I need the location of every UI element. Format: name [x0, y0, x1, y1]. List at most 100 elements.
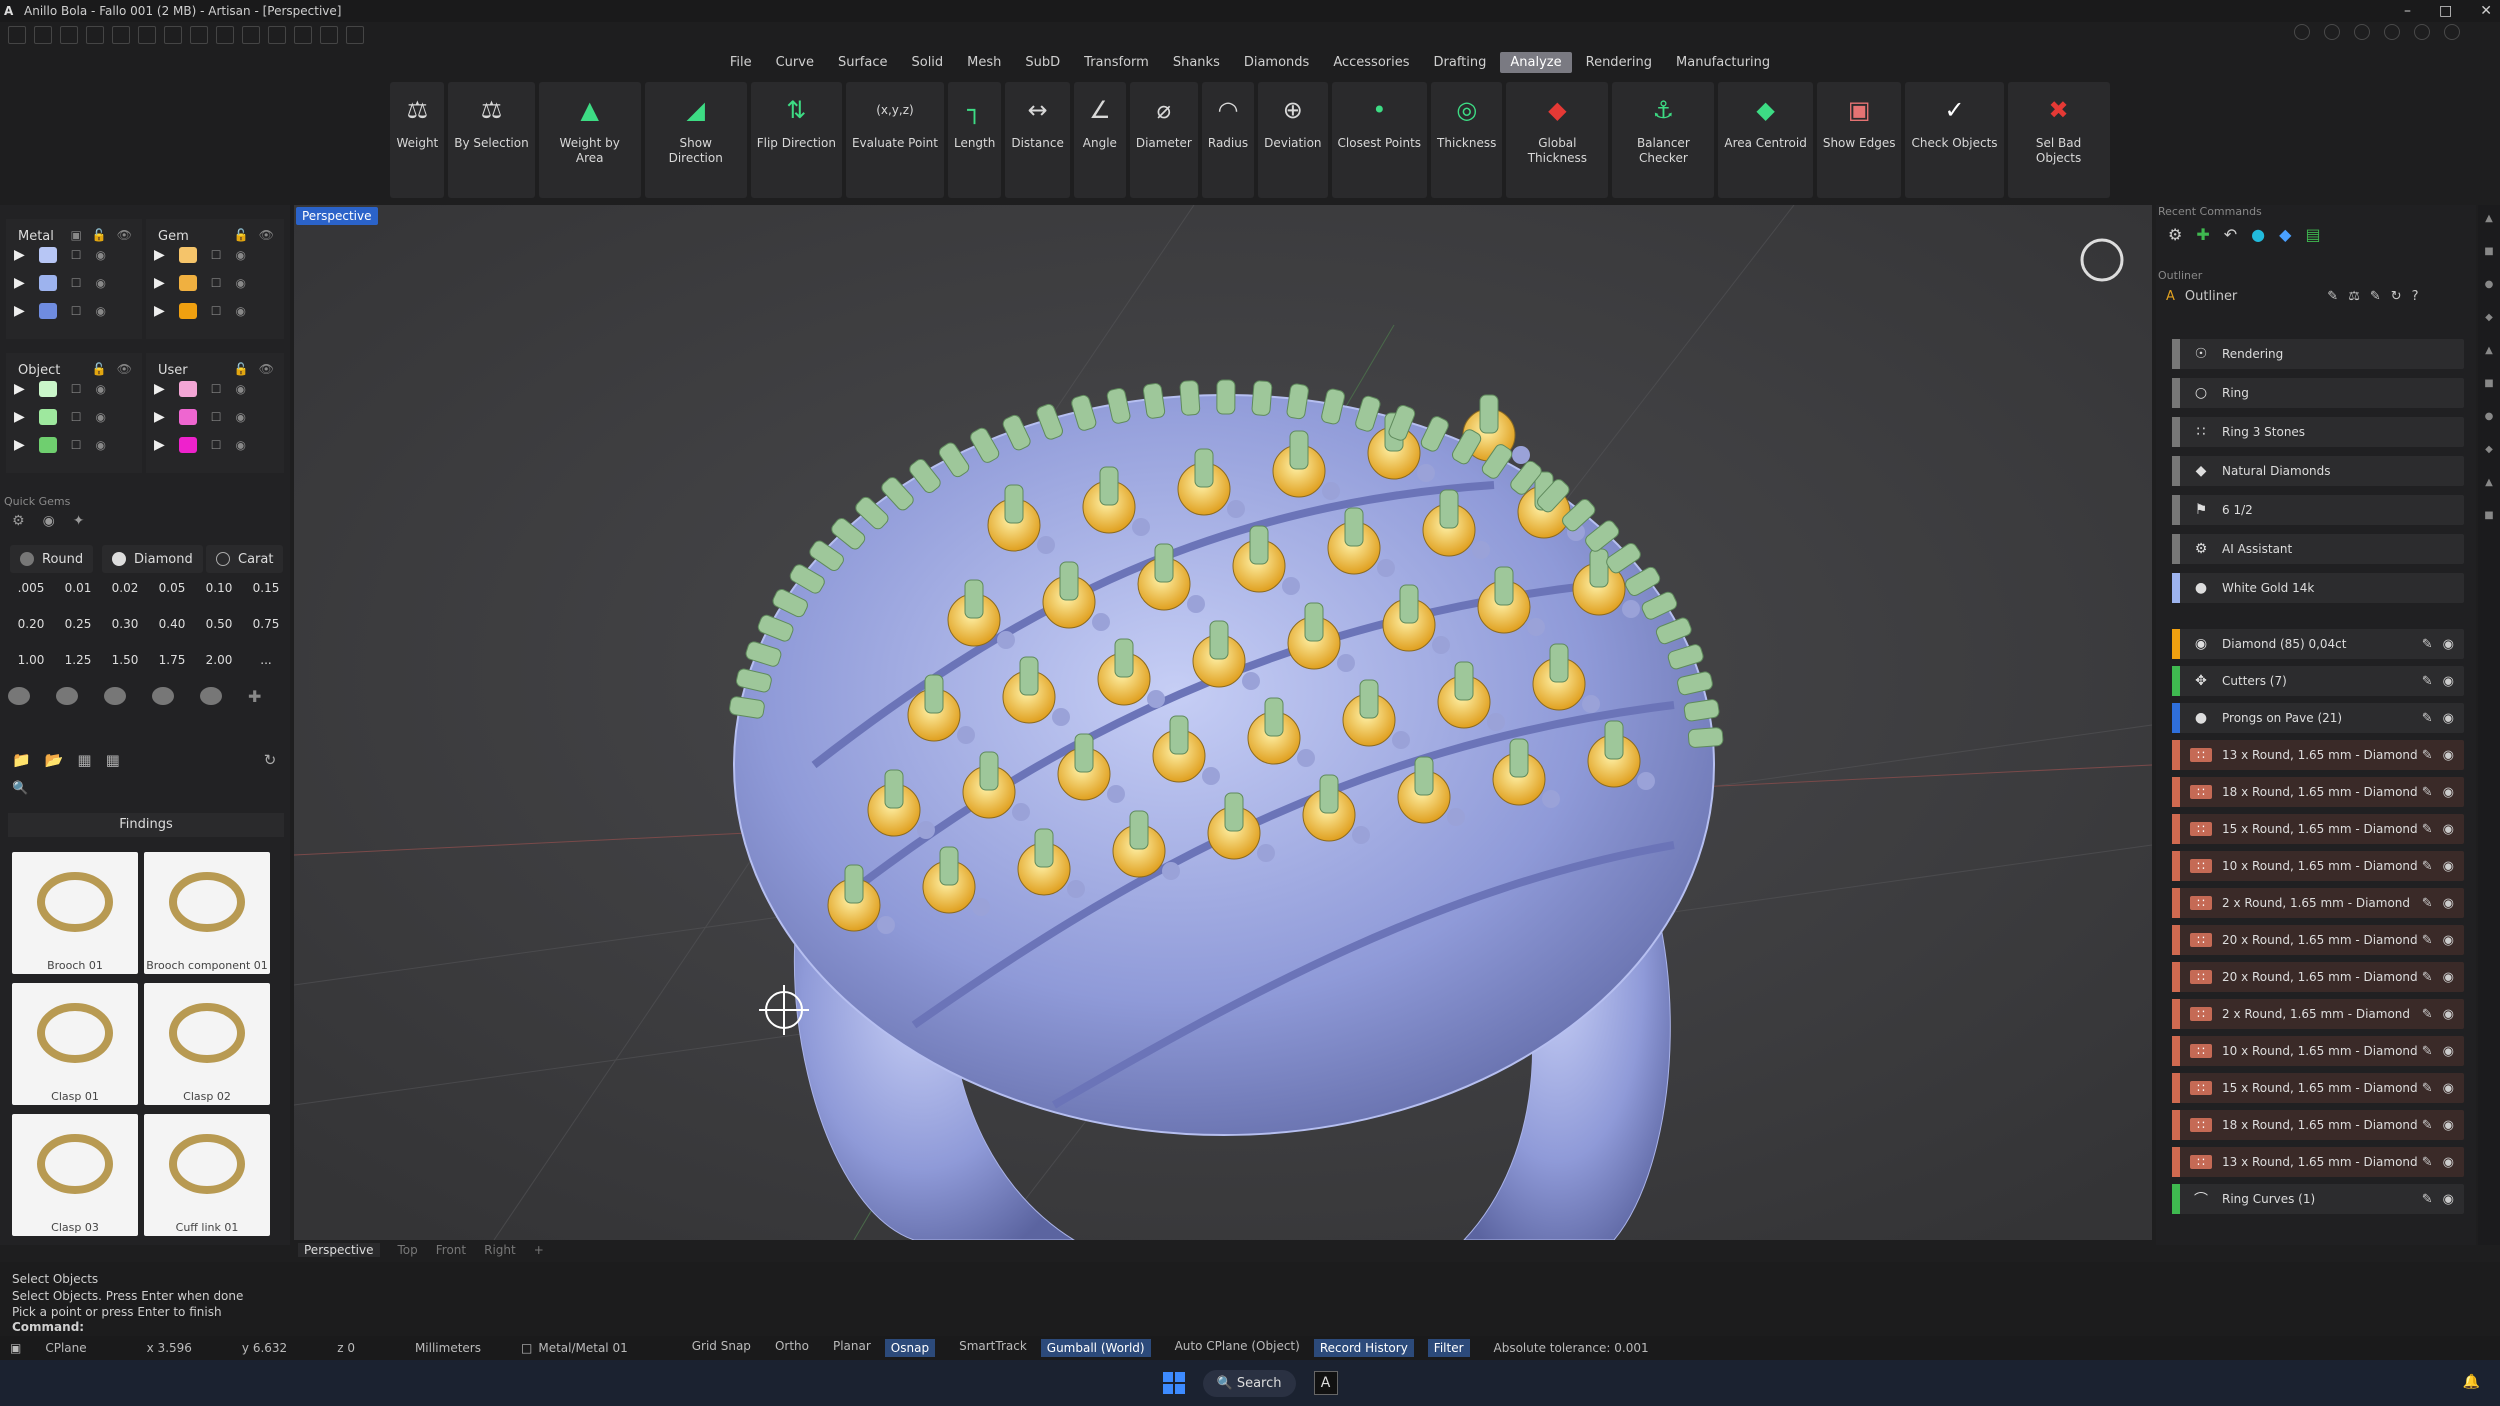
eye-icon[interactable]: 👁 [259, 228, 274, 242]
eye-icon[interactable]: 👁 [259, 362, 274, 376]
taskbar-search[interactable]: 🔍 Search [1202, 1369, 1296, 1397]
findings-item[interactable]: Clasp 03 [12, 1114, 138, 1236]
help-icon[interactable] [2414, 24, 2430, 40]
eye-icon[interactable]: ◉ [2443, 970, 2454, 985]
layer-expand-icon[interactable]: ▶ [154, 303, 165, 319]
gem-size-button[interactable]: 1.25 [55, 649, 101, 671]
outliner-row[interactable]: ∷ 2 x Round, 1.65 mm - Diamond ✎ ◉ [2172, 888, 2464, 918]
layer-row-gem[interactable]: ▶ ☐ ◉ [154, 303, 246, 319]
gem-size-button[interactable]: 0.02 [102, 577, 148, 599]
outliner-row[interactable]: ● White Gold 14k [2172, 573, 2464, 603]
layer-row-object[interactable]: ▶ ☐ ◉ [14, 381, 106, 397]
maximize-button[interactable]: □ [2439, 0, 2452, 22]
eye-icon[interactable]: ◉ [2443, 896, 2454, 911]
viewport-tab-+[interactable]: + [534, 1243, 544, 1257]
command-prompt[interactable]: Command: [12, 1320, 84, 1334]
outliner-row[interactable]: ∷ 15 x Round, 1.65 mm - Diamond ✎ ◉ [2172, 1073, 2464, 1103]
edit-icon[interactable]: ✎ [2422, 970, 2433, 985]
eye-icon[interactable]: ◉ [236, 276, 246, 290]
gem-size-button[interactable]: 0.15 [243, 577, 289, 599]
lock-icon[interactable]: 🔓 [234, 228, 249, 242]
gem-size-button[interactable]: 0.10 [196, 577, 242, 599]
current-layer[interactable]: Metal/Metal 01 [538, 1341, 627, 1355]
layer-color-swatch[interactable] [38, 381, 57, 397]
layer-color-icon[interactable]: ▣ [70, 228, 81, 242]
refresh-icon[interactable]: ↻ [264, 751, 277, 769]
diameter-button[interactable]: ⌀ Diameter [1129, 82, 1198, 198]
gem-size-button[interactable]: 0.50 [196, 613, 242, 635]
edit-icon[interactable]: ✎ [2422, 748, 2433, 763]
lock-icon[interactable]: ☐ [211, 248, 222, 262]
cut-round-icon[interactable] [8, 687, 30, 705]
eye-icon[interactable]: ◉ [2443, 1044, 2454, 1059]
gem-size-button[interactable]: ... [243, 649, 289, 671]
close-button[interactable]: ✕ [2480, 0, 2492, 22]
strip-tool-icon[interactable]: ▲ [2485, 477, 2493, 488]
gem-size-button[interactable]: 0.40 [149, 613, 195, 635]
toggle-smarttrack[interactable]: SmartTrack [959, 1339, 1027, 1357]
strip-tool-icon[interactable]: ● [2485, 279, 2494, 290]
eye-icon[interactable]: ◉ [2443, 711, 2454, 726]
layer-color-swatch[interactable] [178, 275, 197, 291]
menu-drafting[interactable]: Drafting [1424, 52, 1497, 73]
strip-tool-icon[interactable]: ■ [2484, 378, 2493, 389]
edit-icon[interactable]: ✎ [2422, 1044, 2433, 1059]
eye-icon[interactable]: ◉ [2443, 1118, 2454, 1133]
help-icon[interactable]: ? [2412, 289, 2419, 304]
viewport-tab-perspective[interactable]: Perspective [298, 1243, 380, 1257]
eye-icon[interactable]: ◉ [236, 410, 246, 424]
outliner-row[interactable]: ○ Ring [2172, 378, 2464, 408]
outliner-row[interactable]: ∷ 10 x Round, 1.65 mm - Diamond ✎ ◉ [2172, 1036, 2464, 1066]
eye-icon[interactable]: ◉ [2443, 748, 2454, 763]
toggle-planar[interactable]: Planar [833, 1339, 871, 1357]
layer-color-swatch[interactable] [178, 303, 197, 319]
layer-expand-icon[interactable]: ▶ [154, 409, 165, 425]
gem-size-button[interactable]: 1.50 [102, 649, 148, 671]
by-selection-button[interactable]: ⚖ By Selection [448, 82, 535, 198]
lock-icon[interactable]: 🔓 [92, 228, 107, 242]
weight-button[interactable]: ⚖ Weight [390, 82, 445, 198]
eye-icon[interactable]: ◉ [2443, 859, 2454, 874]
viewport-tab-top[interactable]: Top [398, 1243, 418, 1257]
toggle-record-history[interactable]: Record History [1313, 1339, 1414, 1357]
strip-tool-icon[interactable]: ◆ [2485, 312, 2493, 323]
radius-button[interactable]: ◠ Radius [1201, 82, 1255, 198]
length-button[interactable]: ┐ Length [947, 82, 1002, 198]
distance-button[interactable]: ↔ Distance [1005, 82, 1070, 198]
thickness-button[interactable]: ◎ Thickness [1431, 82, 1503, 198]
findings-item[interactable]: Brooch component 01 [144, 852, 270, 974]
eye-icon[interactable]: ◉ [236, 438, 246, 452]
menu-analyze[interactable]: Analyze [1500, 52, 1572, 73]
layer-color-swatch[interactable] [38, 303, 57, 319]
stack-icon[interactable]: ▤ [2305, 225, 2320, 244]
eye-icon[interactable]: ◉ [2443, 933, 2454, 948]
library-icon[interactable]: ▦ [77, 751, 91, 769]
units-label[interactable]: Millimeters [415, 1341, 481, 1355]
menu-file[interactable]: File [720, 52, 762, 73]
strip-tool-icon[interactable]: ◆ [2485, 444, 2493, 455]
layer-color-swatch[interactable] [178, 409, 197, 425]
eye-icon[interactable]: 👁 [117, 362, 132, 376]
layer-row-gem[interactable]: ▶ ☐ ◉ [154, 247, 246, 263]
outliner-row[interactable]: ● Prongs on Pave (21) ✎ ◉ [2172, 703, 2464, 733]
layer-expand-icon[interactable]: ▶ [14, 381, 25, 397]
layer-color-swatch[interactable] [38, 409, 57, 425]
cut-cushion-icon[interactable] [104, 687, 126, 705]
balance-icon[interactable]: ⚖ [2348, 289, 2360, 304]
layer-color-swatch[interactable] [178, 437, 197, 453]
eye-icon[interactable]: ◉ [96, 438, 106, 452]
outliner-row[interactable]: ∷ 10 x Round, 1.65 mm - Diamond ✎ ◉ [2172, 851, 2464, 881]
layer-color-swatch[interactable] [38, 247, 57, 263]
strip-tool-icon[interactable]: ■ [2484, 510, 2493, 521]
check-objects-button[interactable]: ✓ Check Objects [1905, 82, 2004, 198]
menu-transform[interactable]: Transform [1074, 52, 1159, 73]
ring-3d-model[interactable] [294, 205, 2152, 1240]
layer-expand-icon[interactable]: ▶ [14, 437, 25, 453]
cplane-label[interactable]: CPlane [45, 1341, 86, 1355]
folder-icon[interactable]: 📁 [12, 751, 31, 769]
outliner-row[interactable]: ⌒ Ring Curves (1) ✎ ◉ [2172, 1184, 2464, 1214]
save-all-icon[interactable] [216, 26, 234, 44]
edit-icon[interactable]: ✎ [2422, 1192, 2433, 1207]
viewport-label[interactable]: Perspective [296, 207, 378, 225]
share-icon[interactable] [294, 26, 312, 44]
